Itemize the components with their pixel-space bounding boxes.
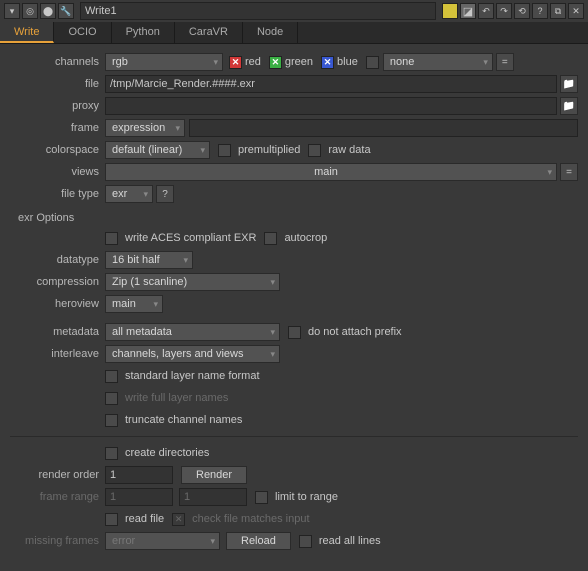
blue-checkbox[interactable]: ✕ xyxy=(321,56,334,69)
read-all-label: read all lines xyxy=(319,535,381,547)
target-icon[interactable]: ◎ xyxy=(22,3,38,19)
channels-dropdown[interactable]: rgb xyxy=(105,53,223,71)
read-file-label: read file xyxy=(125,513,164,525)
extra-channel-dropdown[interactable]: none xyxy=(383,53,493,71)
compression-label: compression xyxy=(10,276,105,288)
missing-frames-dropdown[interactable]: error xyxy=(105,532,220,550)
red-label: red xyxy=(245,56,261,68)
premult-label: premultiplied xyxy=(238,144,300,156)
heroview-dropdown[interactable]: main xyxy=(105,295,163,313)
autocrop-label: autocrop xyxy=(284,232,327,244)
check-match-label: check file matches input xyxy=(192,513,309,525)
color-label-icon[interactable] xyxy=(442,3,458,19)
render-order-input[interactable] xyxy=(105,466,173,484)
interleave-dropdown[interactable]: channels, layers and views xyxy=(105,345,280,363)
undo-icon[interactable]: ↶ xyxy=(478,3,494,19)
proxy-browse-icon[interactable] xyxy=(560,97,578,115)
tab-write[interactable]: Write xyxy=(0,22,54,43)
tab-node[interactable]: Node xyxy=(243,22,298,43)
metadata-dropdown[interactable]: all metadata xyxy=(105,323,280,341)
channels-label: channels xyxy=(10,56,105,68)
close-icon[interactable]: ✕ xyxy=(568,3,584,19)
rawdata-checkbox[interactable] xyxy=(308,144,321,157)
datatype-dropdown[interactable]: 16 bit half xyxy=(105,251,193,269)
file-input[interactable] xyxy=(105,75,557,93)
rawdata-label: raw data xyxy=(328,144,370,156)
views-label: views xyxy=(10,166,105,178)
truncate-label: truncate channel names xyxy=(125,414,242,426)
frame-expr-input[interactable] xyxy=(189,119,578,137)
create-dirs-checkbox[interactable] xyxy=(105,447,118,460)
frame-range-label: frame range xyxy=(10,491,105,503)
create-dirs-label: create directories xyxy=(125,447,209,459)
render-button[interactable]: Render xyxy=(181,466,247,484)
read-file-checkbox[interactable] xyxy=(105,513,118,526)
std-layer-checkbox[interactable] xyxy=(105,370,118,383)
filetype-help-icon[interactable]: ? xyxy=(156,185,174,203)
interleave-label: interleave xyxy=(10,348,105,360)
wrench-icon[interactable]: 🔧 xyxy=(58,3,74,19)
aces-label: write ACES compliant EXR xyxy=(125,232,256,244)
frame-range-end-input[interactable] xyxy=(179,488,247,506)
aces-checkbox[interactable] xyxy=(105,232,118,245)
truncate-checkbox[interactable] xyxy=(105,414,118,427)
help-icon[interactable]: ? xyxy=(532,3,548,19)
colorspace-dropdown[interactable]: default (linear) xyxy=(105,141,210,159)
redo-icon[interactable]: ↷ xyxy=(496,3,512,19)
render-order-label: render order xyxy=(10,469,105,481)
tab-ocio[interactable]: OCIO xyxy=(54,22,111,43)
missing-frames-label: missing frames xyxy=(10,535,105,547)
filetype-label: file type xyxy=(10,188,105,200)
autocrop-checkbox[interactable] xyxy=(264,232,277,245)
tab-caravr[interactable]: CaraVR xyxy=(175,22,243,43)
no-prefix-checkbox[interactable] xyxy=(288,326,301,339)
alpha-checkbox[interactable] xyxy=(366,56,379,69)
frame-mode-dropdown[interactable]: expression xyxy=(105,119,185,137)
green-checkbox[interactable]: ✕ xyxy=(269,56,282,69)
premult-checkbox[interactable] xyxy=(218,144,231,157)
heroview-label: heroview xyxy=(10,298,105,310)
limit-range-label: limit to range xyxy=(275,491,338,503)
blue-label: blue xyxy=(337,56,358,68)
views-menu-icon[interactable]: = xyxy=(560,163,578,181)
tab-bar: Write OCIO Python CaraVR Node xyxy=(0,22,588,44)
file-label: file xyxy=(10,78,105,90)
full-layer-checkbox xyxy=(105,392,118,405)
collapse-icon[interactable]: ▾ xyxy=(4,3,20,19)
frame-range-start-input[interactable] xyxy=(105,488,173,506)
node-name-input[interactable] xyxy=(80,2,436,20)
colorspace-label: colorspace xyxy=(10,144,105,156)
datatype-label: datatype xyxy=(10,254,105,266)
proxy-input[interactable] xyxy=(105,97,557,115)
metadata-label: metadata xyxy=(10,326,105,338)
file-browse-icon[interactable] xyxy=(560,75,578,93)
color-node-icon[interactable]: ◪ xyxy=(460,3,476,19)
frame-label: frame xyxy=(10,122,105,134)
float-icon[interactable]: ⧉ xyxy=(550,3,566,19)
std-layer-label: standard layer name format xyxy=(125,370,260,382)
limit-range-checkbox[interactable] xyxy=(255,491,268,504)
proxy-label: proxy xyxy=(10,100,105,112)
views-dropdown[interactable]: main xyxy=(105,163,557,181)
read-all-checkbox[interactable] xyxy=(299,535,312,548)
revert-icon[interactable]: ⟲ xyxy=(514,3,530,19)
full-layer-label: write full layer names xyxy=(125,392,228,404)
filetype-dropdown[interactable]: exr xyxy=(105,185,153,203)
reload-button[interactable]: Reload xyxy=(226,532,291,550)
channels-menu-icon[interactable]: = xyxy=(496,53,514,71)
exr-options-header: exr Options xyxy=(10,206,578,228)
no-prefix-label: do not attach prefix xyxy=(308,326,402,338)
check-match-checkbox: ✕ xyxy=(172,513,185,526)
green-label: green xyxy=(285,56,313,68)
tab-python[interactable]: Python xyxy=(112,22,175,43)
lock-icon[interactable]: ⬤ xyxy=(40,3,56,19)
red-checkbox[interactable]: ✕ xyxy=(229,56,242,69)
compression-dropdown[interactable]: Zip (1 scanline) xyxy=(105,273,280,291)
